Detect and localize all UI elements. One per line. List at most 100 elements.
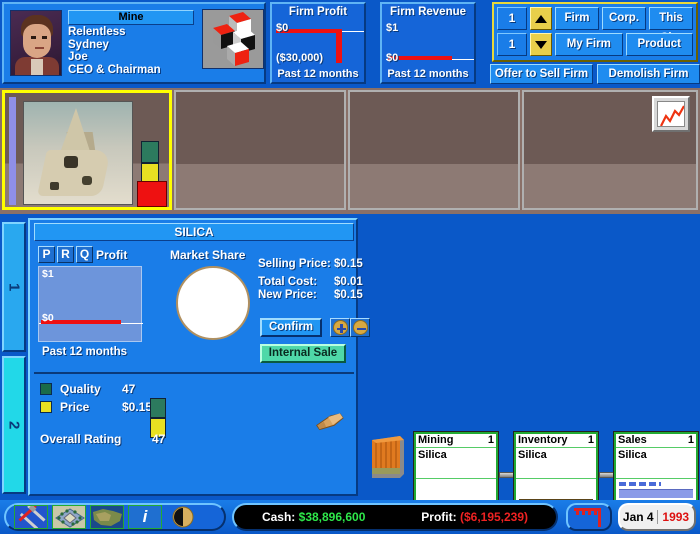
silica-ore-photo: [23, 101, 133, 205]
vertical-tab-strip: 1 2: [2, 218, 26, 496]
inventory-count: 1: [587, 434, 594, 446]
top-status-bar: Mine Relentless Sydney Joe CEO & Chairma…: [0, 0, 700, 88]
price-label: Price: [60, 400, 90, 414]
sales-volume-bar: [619, 489, 693, 498]
crates-stock-icon: [368, 434, 408, 480]
sales-product: Silica: [618, 449, 647, 461]
firm-profit-title: Firm Profit: [288, 6, 348, 18]
price-stepper: [330, 318, 370, 337]
mining-count: 1: [487, 434, 494, 446]
graph-mode-quantity-button[interactable]: Q: [76, 246, 93, 263]
lot-slot-3[interactable]: [348, 90, 520, 210]
sales-dashed-bar: [619, 482, 661, 486]
graph-mode-revenue-button[interactable]: R: [57, 246, 74, 263]
firm-profit-top-label: $0: [276, 22, 289, 34]
lot-slot-4[interactable]: [522, 90, 698, 210]
plus-icon[interactable]: [330, 318, 350, 337]
selling-price-label: Selling Price:: [258, 258, 331, 270]
graph-mode-buttons: P R Q: [38, 246, 93, 263]
sales-count: 1: [687, 434, 694, 446]
inventory-title: Inventory: [518, 434, 568, 446]
city-map-icon[interactable]: [52, 505, 86, 529]
owner-lastname: Sydney: [68, 38, 109, 51]
lot-quality-bar: [141, 141, 159, 163]
lot-slot-2[interactable]: [174, 90, 346, 210]
level-counter-bottom: 1: [497, 33, 527, 56]
firm-revenue-period: Past 12 months: [387, 68, 469, 80]
down-arrow-icon[interactable]: [530, 33, 552, 56]
speed-flag-icon[interactable]: [566, 503, 612, 531]
firm-name-label[interactable]: Mine: [68, 10, 194, 25]
owner-firstname: Joe: [68, 51, 88, 63]
line-chart-icon[interactable]: [652, 96, 690, 132]
quality-row: Quality 47: [40, 382, 172, 396]
build-tools-icon[interactable]: [14, 505, 48, 529]
graph-mode-profit-button[interactable]: P: [38, 246, 55, 263]
lot-indicator-bar: [9, 97, 16, 205]
pointing-hand-cursor: [312, 406, 346, 436]
inventory-product: Silica: [518, 449, 547, 461]
executive-portrait: [10, 10, 62, 76]
sales-title: Sales: [618, 434, 647, 446]
new-price-label: New Price:: [258, 289, 317, 301]
product-graph-top-label: $1: [42, 268, 54, 280]
game-window: Mine Relentless Sydney Joe CEO & Chairma…: [0, 0, 700, 534]
firm-info-panel[interactable]: Mine Relentless Sydney Joe CEO & Chairma…: [2, 2, 266, 84]
date-year: 1993: [656, 510, 695, 524]
profit-label: Profit:: [421, 510, 457, 524]
firm-profit-value: ($30,000): [276, 52, 324, 64]
firm-profit-period: Past 12 months: [277, 68, 359, 80]
demolish-firm-button[interactable]: Demolish Firm: [597, 64, 700, 84]
offer-to-sell-firm-button[interactable]: Offer to Sell Firm: [490, 64, 593, 84]
firm-revenue-top-label: $1: [386, 22, 399, 34]
main-content-area: 1 2 SILICA P R Q Profit $1 $0 Past 12 mo…: [0, 214, 700, 534]
selling-price-value: $0.15: [334, 258, 363, 270]
date-day: Jan 4: [622, 510, 654, 524]
scope-firm-button[interactable]: Firm: [555, 7, 599, 30]
tab-page-1[interactable]: 1: [2, 222, 26, 352]
profit-value: ($6,195,239): [459, 510, 529, 524]
firm-action-buttons: Offer to Sell Firm Demolish Firm: [490, 64, 700, 84]
market-share-label: Market Share: [170, 248, 246, 262]
lot-slot-1-selected[interactable]: [2, 90, 172, 210]
owner-company: Relentless: [68, 26, 126, 38]
level-counter-top: 1: [497, 7, 527, 30]
scope-corp-button[interactable]: Corp.: [602, 7, 646, 30]
owner-title: CEO & Chairman: [68, 63, 161, 76]
product-graph-bottom-label: $0: [42, 312, 54, 324]
lot-status-block: [137, 181, 167, 207]
confirm-button[interactable]: Confirm: [260, 318, 322, 337]
back-arrow-icon[interactable]: [166, 505, 200, 529]
quality-label: Quality: [60, 382, 101, 396]
bottom-toolbar: i Cash: $38,896,600 Profit: ($6,195,239): [0, 500, 700, 534]
cash-label: Cash:: [261, 510, 296, 524]
game-date-display[interactable]: Jan 4 1993: [618, 503, 696, 531]
tab-page-2[interactable]: 2: [2, 356, 26, 494]
view-controls-panel: 1 Firm Corp. This City 1 My Firm Product: [492, 2, 698, 62]
mining-title: Mining: [418, 434, 454, 446]
product-detail-panel: SILICA P R Q Profit $1 $0 Past 12 months…: [28, 218, 370, 496]
tool-button-group: i: [4, 503, 226, 531]
firm-revenue-title: Firm Revenue: [389, 6, 467, 18]
world-map-icon[interactable]: [90, 505, 124, 529]
market-share-pie: [176, 266, 250, 340]
overall-rating-value: 47: [152, 432, 166, 446]
up-arrow-icon[interactable]: [530, 7, 552, 30]
total-cost-label: Total Cost:: [258, 276, 318, 288]
filter-product-button[interactable]: Product: [625, 33, 693, 56]
pricing-info: Selling Price: $0.15 Total Cost: $0.01 N…: [258, 258, 374, 302]
firm-profit-panel[interactable]: Firm Profit $0 ($30,000) Past 12 months: [270, 2, 366, 84]
scope-this-city-button[interactable]: This City: [649, 7, 693, 44]
new-price-value: $0.15: [334, 289, 363, 301]
firm-revenue-value: $0: [386, 52, 399, 64]
minus-icon[interactable]: [350, 318, 370, 337]
product-title: SILICA: [34, 223, 354, 241]
cash-value: $38,896,600: [298, 510, 366, 524]
quality-value: 47: [122, 382, 136, 396]
company-cube-logo: [202, 9, 264, 69]
info-icon[interactable]: i: [128, 505, 162, 529]
financial-status-bar: Cash: $38,896,600 Profit: ($6,195,239): [232, 503, 558, 531]
firm-revenue-panel[interactable]: Firm Revenue $1 $0 Past 12 months: [380, 2, 476, 84]
filter-my-firm-button[interactable]: My Firm: [555, 33, 623, 56]
internal-sale-button[interactable]: Internal Sale: [260, 344, 346, 363]
